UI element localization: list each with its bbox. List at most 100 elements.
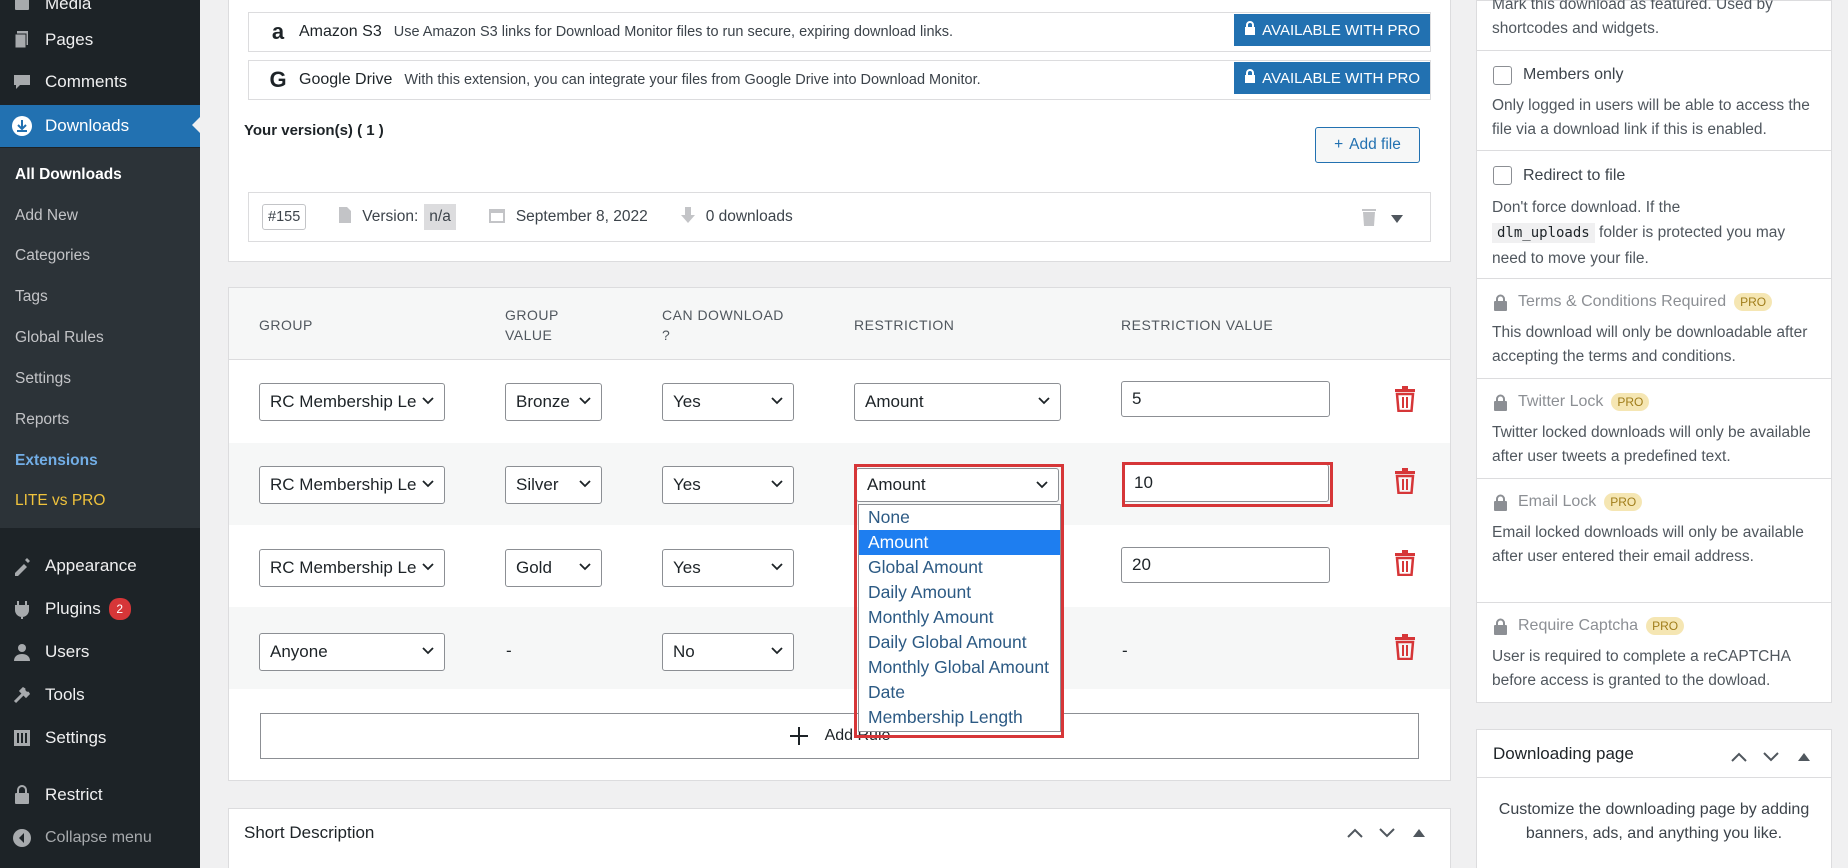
menu-label: Pages: [45, 30, 94, 49]
twitter-lock-label-row: Twitter Lock PRO: [1493, 393, 1650, 411]
toggle-panel-icon[interactable]: [1413, 825, 1425, 841]
collapse-icon: [11, 827, 33, 849]
versions-title: Your version(s) ( 1 ): [244, 122, 384, 139]
menu-label: Media: [45, 0, 92, 13]
submenu-tags[interactable]: Tags: [15, 288, 48, 306]
comments-icon: [11, 71, 33, 93]
version-id: #155: [262, 204, 307, 230]
admin-sidebar: Media Pages Comments Downloads All Downl…: [0, 0, 200, 868]
menu-item-downloads[interactable]: Downloads: [0, 105, 200, 147]
chevron-down-icon: [771, 480, 783, 488]
option-global-amount[interactable]: Global Amount: [859, 555, 1060, 580]
can-download-select[interactable]: Yes: [662, 466, 794, 504]
members-only-checkbox[interactable]: [1493, 66, 1512, 85]
redirect-label: Redirect to file: [1523, 167, 1626, 184]
group-select[interactable]: RC Membership Le: [259, 549, 445, 587]
available-with-pro-button[interactable]: AVAILABLE WITH PRO: [1234, 62, 1430, 94]
restriction-value-input[interactable]: 5: [1121, 381, 1330, 417]
option-monthly-global-amount[interactable]: Monthly Global Amount: [859, 655, 1060, 680]
downloading-page-title: Downloading page: [1493, 744, 1634, 763]
restriction-value-empty: -: [1122, 641, 1128, 660]
submenu-reports[interactable]: Reports: [15, 411, 69, 429]
menu-item-settings[interactable]: Settings: [0, 718, 200, 758]
can-download-select[interactable]: Yes: [662, 549, 794, 587]
menu-item-appearance[interactable]: Appearance: [0, 546, 200, 586]
can-download-select[interactable]: No: [662, 633, 794, 671]
google-logo: G: [269, 67, 287, 92]
trash-icon[interactable]: [1393, 386, 1417, 412]
chevron-down-icon[interactable]: [1391, 211, 1403, 229]
appearance-icon: [11, 555, 33, 577]
captcha-option: Require Captcha PRO User is required to …: [1477, 603, 1831, 703]
version-row[interactable]: #155 Version: n/a September 8, 2022 0 do…: [248, 192, 1431, 242]
restriction-select[interactable]: Amount: [854, 383, 1061, 421]
short-description-title: Short Description: [244, 823, 375, 842]
captcha-label-row: Require Captcha PRO: [1493, 617, 1685, 635]
menu-item-restrict[interactable]: Restrict: [0, 775, 200, 815]
extension-google-drive: G Google Drive With this extension, you …: [248, 60, 1431, 100]
collapse-menu-button[interactable]: Collapse menu: [0, 818, 200, 858]
submenu-global-rules[interactable]: Global Rules: [15, 329, 104, 347]
move-up-icon[interactable]: [1347, 825, 1363, 841]
option-daily-amount[interactable]: Daily Amount: [859, 580, 1060, 605]
menu-item-users[interactable]: Users: [0, 632, 200, 672]
group-select[interactable]: RC Membership Le: [259, 466, 445, 504]
add-rule-button[interactable]: Add Rule: [260, 713, 1419, 759]
trash-icon[interactable]: [1393, 550, 1417, 576]
option-monthly-amount[interactable]: Monthly Amount: [859, 605, 1060, 630]
access-rules-table: GROUP GROUP VALUE CAN DOWNLOAD ? RESTRIC…: [228, 287, 1451, 781]
menu-item-tools[interactable]: Tools: [0, 675, 200, 715]
submenu-add-new[interactable]: Add New: [15, 207, 78, 225]
menu-item-plugins[interactable]: Plugins 2: [0, 589, 200, 629]
collapse-label: Collapse menu: [45, 829, 152, 846]
group-select[interactable]: Anyone: [259, 633, 445, 671]
pro-badge: PRO: [1611, 393, 1650, 411]
add-file-button[interactable]: + Add file: [1315, 127, 1420, 163]
restriction-dropdown-list: None Amount Global Amount Daily Amount M…: [858, 504, 1061, 732]
available-with-pro-button[interactable]: AVAILABLE WITH PRO: [1234, 14, 1430, 46]
group-value-select[interactable]: Bronze: [505, 383, 602, 421]
delete-version-icon[interactable]: [1361, 207, 1377, 232]
downloading-page-header: Downloading page: [1477, 730, 1831, 778]
extension-amazon-s3: a Amazon S3 Use Amazon S3 links for Down…: [248, 12, 1431, 52]
featured-option: Mark this download as featured. Used by …: [1477, 0, 1831, 51]
option-none[interactable]: None: [859, 505, 1060, 530]
option-date[interactable]: Date: [859, 680, 1060, 705]
captcha-description: User is required to complete a reCAPTCHA…: [1492, 648, 1791, 689]
email-lock-description: Email locked downloads will only be avai…: [1492, 524, 1804, 565]
lock-icon: [1494, 294, 1507, 311]
option-amount[interactable]: Amount: [859, 530, 1060, 555]
can-download-select[interactable]: Yes: [662, 383, 794, 421]
header-restriction-value: RESTRICTION VALUE: [1121, 317, 1274, 333]
menu-label: Comments: [45, 72, 128, 91]
submenu-lite-vs-pro[interactable]: LITE vs PRO: [15, 492, 105, 510]
move-up-icon[interactable]: [1731, 749, 1747, 767]
featured-description: Mark this download as featured. Used by …: [1492, 0, 1773, 37]
redirect-checkbox[interactable]: [1493, 166, 1512, 185]
menu-label: Appearance: [45, 556, 137, 575]
group-value-empty: -: [506, 641, 512, 660]
submenu-extensions[interactable]: Extensions: [15, 452, 98, 470]
submenu-all-downloads[interactable]: All Downloads: [15, 166, 122, 184]
move-down-icon[interactable]: [1763, 749, 1779, 767]
group-value-select[interactable]: Silver: [505, 466, 602, 504]
group-select[interactable]: RC Membership Le: [259, 383, 445, 421]
trash-icon[interactable]: [1393, 634, 1417, 660]
option-daily-global-amount[interactable]: Daily Global Amount: [859, 630, 1060, 655]
menu-item-pages[interactable]: Pages: [0, 20, 200, 60]
move-down-icon[interactable]: [1379, 825, 1395, 841]
menu-item-comments[interactable]: Comments: [0, 62, 200, 102]
extension-name: Google Drive: [299, 71, 393, 88]
submenu-settings[interactable]: Settings: [15, 370, 71, 388]
header-can-download: CAN DOWNLOAD ?: [662, 307, 784, 343]
trash-icon[interactable]: [1393, 468, 1417, 494]
group-value-select[interactable]: Gold: [505, 549, 602, 587]
lock-icon: [11, 784, 33, 806]
members-only-option: Members only Only logged in users will b…: [1477, 51, 1831, 151]
submenu-categories[interactable]: Categories: [15, 247, 90, 265]
tools-icon: [11, 684, 33, 706]
toggle-panel-icon[interactable]: [1798, 749, 1810, 767]
restriction-value-input[interactable]: 20: [1121, 547, 1330, 583]
option-membership-length[interactable]: Membership Length: [859, 705, 1060, 730]
pro-badge: PRO: [1604, 493, 1643, 511]
